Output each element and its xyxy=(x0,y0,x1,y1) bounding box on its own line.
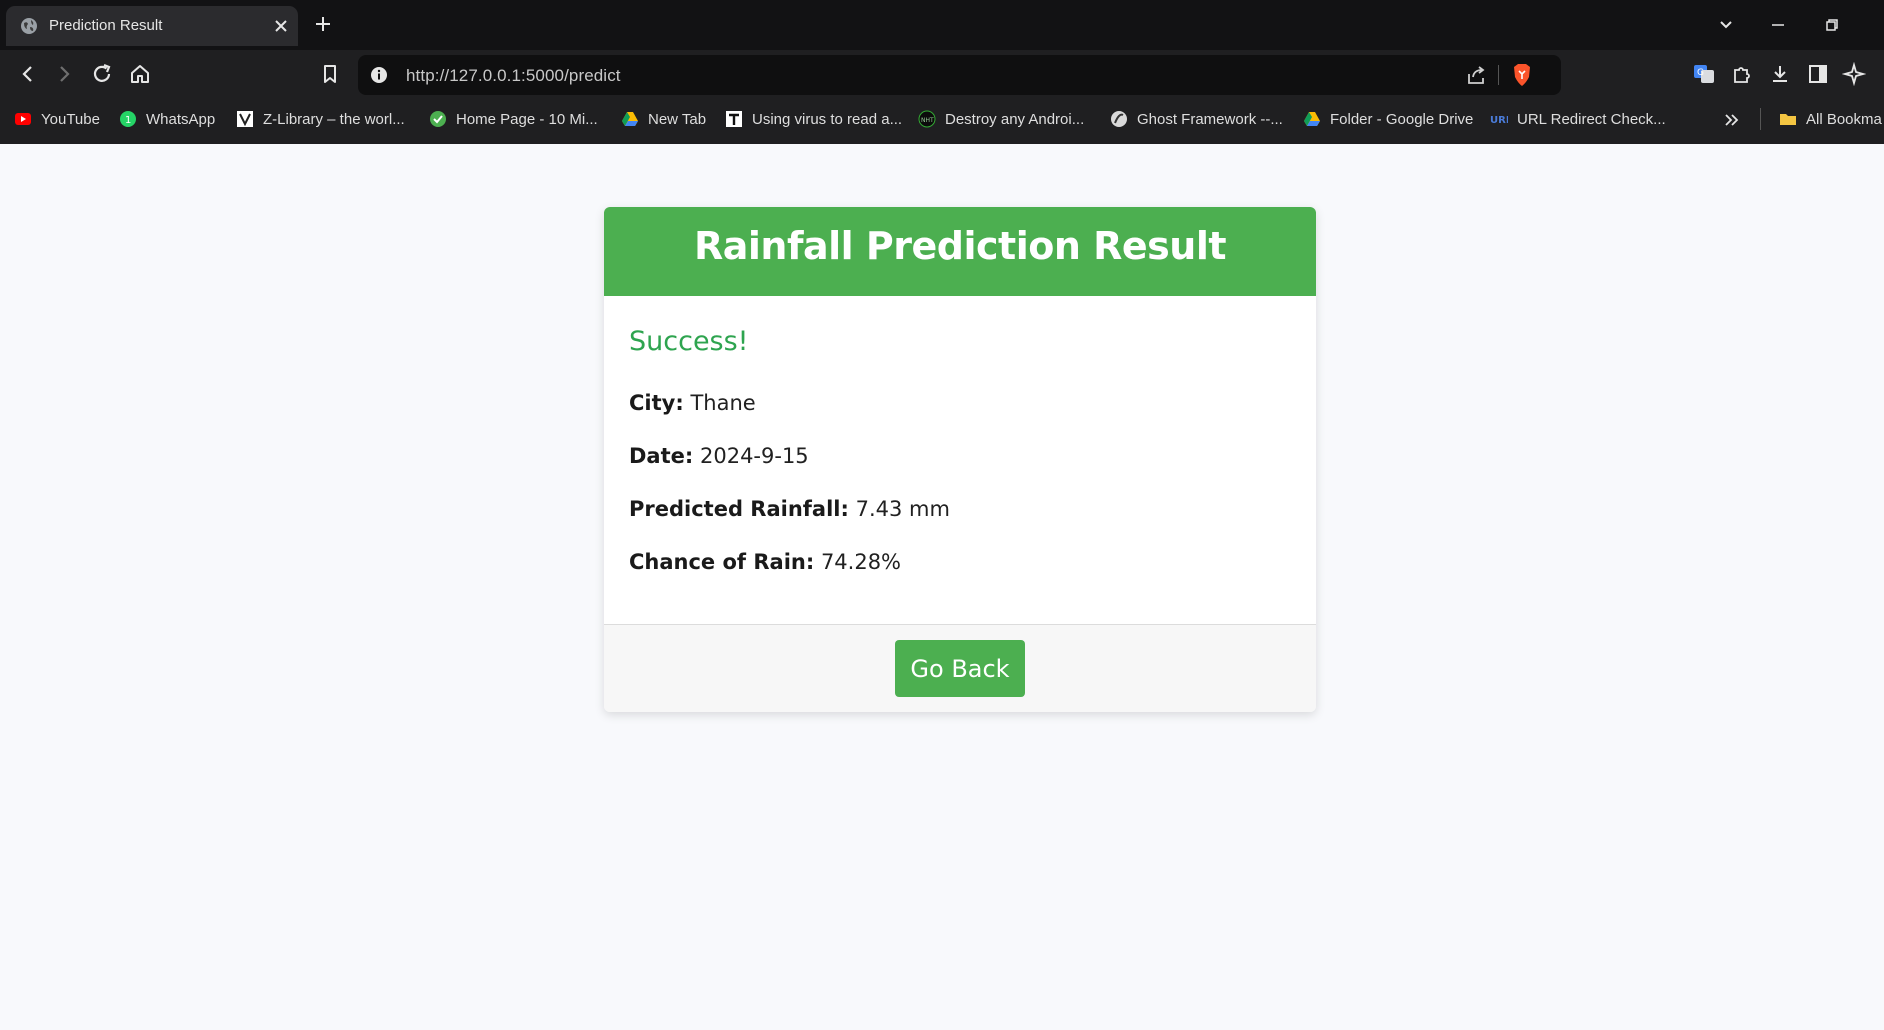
bookmark-destroy-android[interactable]: NHT Destroy any Androi... xyxy=(918,108,1084,130)
rainfall-row: Predicted Rainfall: 7.43 mm xyxy=(629,497,950,521)
bookmark-home-page[interactable]: Home Page - 10 Mi... xyxy=(429,108,598,130)
address-bar[interactable]: http://127.0.0.1:5000/predict xyxy=(358,55,1561,95)
browser-chrome: Prediction Result http://127.0.0.1:5000/… xyxy=(0,0,1884,144)
page-title: Rainfall Prediction Result xyxy=(693,224,1227,268)
minimize-icon[interactable] xyxy=(1768,15,1788,35)
chevron-down-icon[interactable] xyxy=(1716,15,1736,35)
site-info-icon[interactable] xyxy=(370,66,388,84)
browser-toolbar: http://127.0.0.1:5000/predict G xyxy=(0,50,1884,98)
tab-title: Prediction Result xyxy=(49,17,163,34)
bookmark-ghost-framework[interactable]: Ghost Framework --... xyxy=(1110,108,1283,130)
card-header: Rainfall Prediction Result xyxy=(604,207,1316,296)
ghost-icon xyxy=(1111,111,1127,127)
forward-icon[interactable] xyxy=(52,62,76,86)
folder-icon xyxy=(1780,114,1796,125)
bookmark-whatsapp[interactable]: 1 WhatsApp xyxy=(119,108,215,130)
bookmark-youtube[interactable]: YouTube xyxy=(14,108,100,130)
bookmark-using-virus[interactable]: Using virus to read a... xyxy=(725,108,902,130)
card-footer: Go Back xyxy=(604,624,1316,712)
svg-text:URL: URL xyxy=(1490,115,1508,126)
date-row: Date: 2024-9-15 xyxy=(629,444,809,468)
chance-of-rain-row: Chance of Rain: 74.28% xyxy=(629,550,901,574)
leo-ai-icon[interactable] xyxy=(1842,62,1866,86)
tab-strip: Prediction Result xyxy=(0,0,1884,50)
brave-shield-icon[interactable] xyxy=(1511,63,1533,87)
checkmark-icon xyxy=(430,111,446,127)
redirect-checker-icon: URL xyxy=(1490,115,1508,126)
restore-icon[interactable] xyxy=(1822,15,1842,35)
google-drive-icon xyxy=(622,112,638,126)
svg-text:1: 1 xyxy=(125,115,131,126)
translate-icon[interactable]: G xyxy=(1692,62,1716,86)
go-back-button[interactable]: Go Back xyxy=(895,640,1025,697)
date-value: 2024-9-15 xyxy=(699,444,809,468)
bookmark-url-redirect[interactable]: URL URL Redirect Check... xyxy=(1490,108,1666,130)
result-card: Rainfall Prediction Result Success! City… xyxy=(604,207,1316,712)
youtube-icon xyxy=(15,113,31,125)
rainfall-label: Predicted Rainfall: xyxy=(629,497,849,521)
bookmarks-bar: YouTube 1 WhatsApp Z-Library – the worl.… xyxy=(0,100,1884,138)
all-bookmarks-folder[interactable]: All Bookma xyxy=(1779,108,1882,130)
browser-tab[interactable]: Prediction Result xyxy=(6,6,298,46)
whatsapp-icon: 1 xyxy=(120,111,136,127)
city-label: City: xyxy=(629,391,684,415)
bookmark-new-tab[interactable]: New Tab xyxy=(621,108,706,130)
zlibrary-icon xyxy=(237,111,253,127)
download-icon[interactable] xyxy=(1768,62,1792,86)
chance-of-rain-label: Chance of Rain: xyxy=(629,550,815,574)
omnibox-divider xyxy=(1498,65,1499,85)
t-letter-icon xyxy=(726,111,742,127)
back-icon[interactable] xyxy=(16,62,40,86)
svg-text:NHT: NHT xyxy=(921,117,934,124)
chance-of-rain-value: 74.28% xyxy=(820,550,902,574)
new-tab-icon[interactable] xyxy=(313,14,333,34)
close-icon[interactable] xyxy=(272,17,290,35)
more-bookmarks-icon[interactable] xyxy=(1722,111,1740,129)
share-icon[interactable] xyxy=(1465,64,1487,86)
card-body: Success! City: Thane Date: 2024-9-15 Pre… xyxy=(604,296,1316,624)
date-label: Date: xyxy=(629,444,694,468)
globe-icon xyxy=(21,18,37,34)
rainfall-value: 7.43 mm xyxy=(855,497,950,521)
home-icon[interactable] xyxy=(128,62,152,86)
bookmark-icon[interactable] xyxy=(318,62,342,86)
url-text: http://127.0.0.1:5000/predict xyxy=(406,66,621,85)
bookmark-zlibrary[interactable]: Z-Library – the worl... xyxy=(236,108,405,130)
city-value: Thane xyxy=(690,391,756,415)
page-content: Rainfall Prediction Result Success! City… xyxy=(0,144,1884,1030)
city-row: City: Thane xyxy=(629,391,756,415)
extensions-icon[interactable] xyxy=(1730,62,1754,86)
google-drive-icon xyxy=(1304,112,1320,126)
success-message: Success! xyxy=(629,326,749,357)
bookmarks-divider xyxy=(1760,108,1761,130)
svg-text:G: G xyxy=(1697,68,1704,78)
reload-icon[interactable] xyxy=(90,62,114,86)
bookmark-folder-google-drive[interactable]: Folder - Google Drive xyxy=(1303,108,1473,130)
nht-icon: NHT xyxy=(918,110,936,128)
sidebar-icon[interactable] xyxy=(1806,62,1830,86)
